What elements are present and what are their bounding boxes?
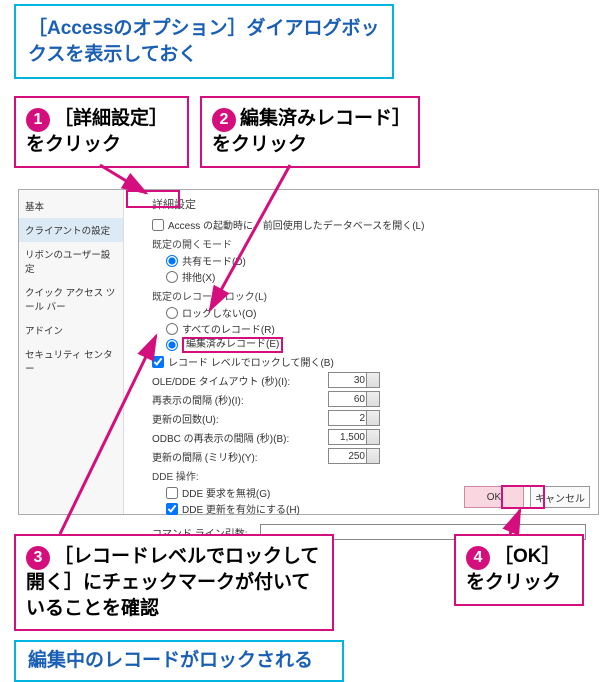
dialog-button-bar: OK キャンセル bbox=[464, 486, 590, 508]
callout-4-number: 4 bbox=[466, 546, 490, 570]
sidebar-item-security[interactable]: セキュリティ センター bbox=[19, 342, 123, 380]
ok-button[interactable]: OK bbox=[464, 486, 524, 508]
field-redisplay-label: 再表示の間隔 (秒)(I): bbox=[152, 392, 322, 407]
callout-1: 1［詳細設定］をクリック bbox=[14, 96, 189, 168]
callout-3: 3［レコードレベルでロックして開く］にチェックマークが付いていることを確認 bbox=[14, 534, 334, 631]
checkbox-dde-enable-input[interactable] bbox=[166, 503, 178, 515]
field-odbc-label: ODBC の再表示の間隔 (秒)(B): bbox=[152, 430, 322, 445]
sidebar-item-ribbon[interactable]: リボンのユーザー設定 bbox=[19, 242, 123, 280]
group-dde: DDE 操作: bbox=[152, 468, 586, 483]
checkbox-record-level-lock-label: レコード レベルでロックして開く(B) bbox=[168, 354, 334, 369]
field-redisplay-value[interactable]: 60 bbox=[328, 391, 380, 407]
panel-title: 詳細設定 bbox=[152, 196, 586, 216]
sidebar-item-addins[interactable]: アドイン bbox=[19, 318, 123, 342]
callout-2-text: 編集済みレコード］をクリック bbox=[212, 108, 402, 155]
radio-shared-mode-input[interactable] bbox=[166, 255, 178, 267]
field-odbc-value[interactable]: 1,500 bbox=[328, 429, 380, 445]
callout-top: ［Accessのオプション］ダイアログボックスを表示しておく bbox=[14, 4, 394, 79]
field-update-count-value[interactable]: 2 bbox=[328, 410, 380, 426]
checkbox-dde-ignore-label: DDE 要求を無視(G) bbox=[182, 485, 270, 500]
field-ole-timeout-value[interactable]: 30 bbox=[328, 372, 380, 388]
radio-exclusive-mode-input[interactable] bbox=[166, 271, 178, 283]
field-update-ms-value[interactable]: 250 bbox=[328, 448, 380, 464]
callout-2-number: 2 bbox=[212, 108, 236, 132]
field-redisplay: 再表示の間隔 (秒)(I): 60 bbox=[152, 391, 586, 407]
radio-lock-none-label: ロックしない(O) bbox=[182, 305, 256, 320]
checkbox-record-level-lock[interactable]: レコード レベルでロックして開く(B) bbox=[152, 354, 586, 369]
field-ole-timeout: OLE/DDE タイムアウト (秒)(I): 30 bbox=[152, 372, 586, 388]
sidebar-item-client-settings[interactable]: クライアントの設定 bbox=[19, 218, 123, 242]
group-record-lock: 既定のレコード ロック(L) bbox=[152, 288, 586, 303]
dialog-sidebar: 基本 クライアントの設定 リボンのユーザー設定 クイック アクセス ツール バー… bbox=[19, 190, 124, 514]
radio-lock-edited[interactable]: 編集済みレコード(E) bbox=[166, 337, 586, 353]
field-update-count-label: 更新の回数(U): bbox=[152, 411, 322, 426]
radio-lock-all[interactable]: すべてのレコード(R) bbox=[166, 321, 586, 336]
callout-2: 2編集済みレコード］をクリック bbox=[200, 96, 420, 168]
field-update-ms: 更新の間隔 (ミリ秒)(Y): 250 bbox=[152, 448, 586, 464]
callout-top-text: ［Accessのオプション］ダイアログボックスを表示しておく bbox=[28, 18, 380, 65]
radio-lock-none[interactable]: ロックしない(O) bbox=[166, 305, 586, 320]
dialog-panel: 詳細設定 Access の起動時に、前回使用したデータベースを開く(L) 既定の… bbox=[124, 190, 598, 514]
radio-shared-mode[interactable]: 共有モード(D) bbox=[166, 253, 586, 268]
checkbox-open-last-db-label: Access の起動時に、前回使用したデータベースを開く(L) bbox=[168, 217, 424, 232]
radio-exclusive-mode[interactable]: 排他(X) bbox=[166, 269, 586, 284]
callout-bottom-text: 編集中のレコードがロックされる bbox=[28, 650, 313, 671]
radio-lock-none-input[interactable] bbox=[166, 307, 178, 319]
cancel-button[interactable]: キャンセル bbox=[530, 486, 590, 508]
field-update-count: 更新の回数(U): 2 bbox=[152, 410, 586, 426]
callout-1-number: 1 bbox=[26, 108, 50, 132]
radio-lock-edited-label: 編集済みレコード(E) bbox=[182, 337, 283, 353]
sidebar-item-general[interactable]: 基本 bbox=[19, 194, 123, 218]
radio-lock-all-label: すべてのレコード(R) bbox=[182, 321, 275, 336]
checkbox-open-last-db-input[interactable] bbox=[152, 219, 164, 231]
access-options-dialog: 基本 クライアントの設定 リボンのユーザー設定 クイック アクセス ツール バー… bbox=[18, 189, 599, 515]
checkbox-record-level-lock-input[interactable] bbox=[152, 356, 164, 368]
checkbox-dde-ignore-input[interactable] bbox=[166, 487, 178, 499]
callout-bottom: 編集中のレコードがロックされる bbox=[14, 640, 344, 682]
field-ole-timeout-label: OLE/DDE タイムアウト (秒)(I): bbox=[152, 373, 322, 388]
callout-3-number: 3 bbox=[26, 546, 50, 570]
radio-exclusive-mode-label: 排他(X) bbox=[182, 269, 215, 284]
checkbox-open-last-db[interactable]: Access の起動時に、前回使用したデータベースを開く(L) bbox=[152, 217, 586, 232]
radio-shared-mode-label: 共有モード(D) bbox=[182, 253, 246, 268]
sidebar-item-qat[interactable]: クイック アクセス ツール バー bbox=[19, 280, 123, 318]
callout-4: 4［OK］をクリック bbox=[454, 534, 584, 606]
field-update-ms-label: 更新の間隔 (ミリ秒)(Y): bbox=[152, 449, 322, 464]
checkbox-dde-enable-label: DDE 更新を有効にする(H) bbox=[182, 501, 300, 516]
callout-3-text: ［レコードレベルでロックして開く］にチェックマークが付いていることを確認 bbox=[26, 546, 319, 619]
field-odbc: ODBC の再表示の間隔 (秒)(B): 1,500 bbox=[152, 429, 586, 445]
radio-lock-all-input[interactable] bbox=[166, 323, 178, 335]
group-open-mode: 既定の開くモード bbox=[152, 236, 586, 251]
radio-lock-edited-input[interactable] bbox=[166, 339, 178, 351]
